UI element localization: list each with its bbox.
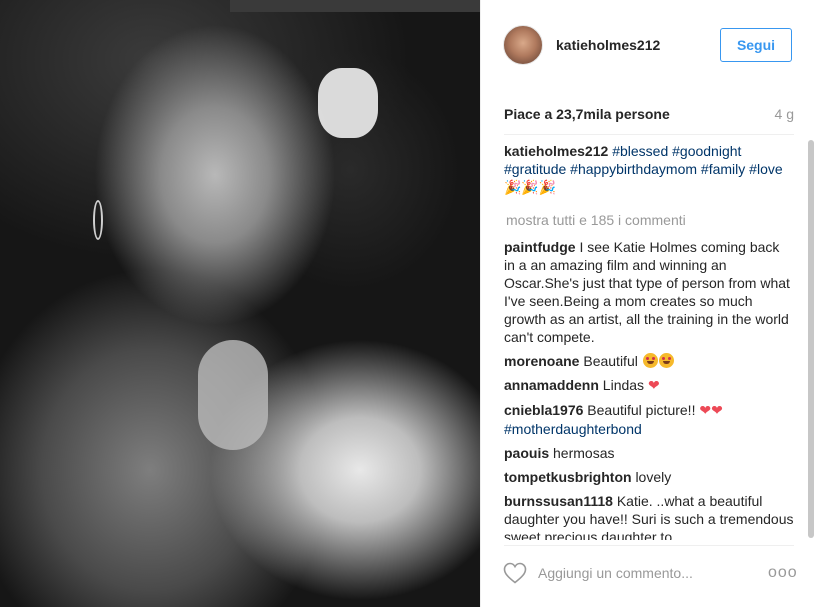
comment: annamaddenn Lindas ❤ <box>504 376 794 395</box>
photo-bow-highlight <box>318 68 378 138</box>
comment: cniebla1976 Beautiful picture!! ❤❤ #mothe… <box>504 401 794 438</box>
post-side-panel: katieholmes212 Segui Piace a 23,7mila pe… <box>480 0 817 607</box>
comment-author[interactable]: cniebla1976 <box>504 402 583 418</box>
comment-text: Beautiful picture!! <box>587 402 696 418</box>
comment-author[interactable]: paintfudge <box>504 239 576 255</box>
photo-earring-highlight <box>93 200 103 240</box>
smiling-emoji-icon <box>642 353 658 368</box>
comment: burnssusan1118 Katie. ..what a beautiful… <box>504 492 794 540</box>
photo-top-strip <box>230 0 480 12</box>
caption-author[interactable]: katieholmes212 <box>504 143 608 159</box>
more-options-icon[interactable]: ooo <box>768 562 797 584</box>
follow-button[interactable]: Segui <box>720 28 792 62</box>
comment-text: hermosas <box>553 445 615 461</box>
comment: tompetkusbrighton lovely <box>504 468 794 486</box>
comment-author[interactable]: tompetkusbrighton <box>504 469 632 485</box>
comment: paouis hermosas <box>504 444 794 462</box>
smiling-emoji-icon <box>658 353 674 368</box>
heart-emoji-icon: ❤ <box>647 378 660 394</box>
post-photo[interactable] <box>0 0 480 607</box>
comment-author[interactable]: burnssusan1118 <box>504 493 613 509</box>
comment-text: Beautiful <box>583 353 638 369</box>
heart-emoji-icon: ❤❤ <box>699 403 723 419</box>
post-author-username[interactable]: katieholmes212 <box>556 37 660 53</box>
comments-list[interactable]: katieholmes212 #blessed #goodnight #grat… <box>504 142 794 540</box>
comment-author[interactable]: annamaddenn <box>504 377 599 393</box>
comments-scroll-thumb[interactable] <box>808 140 814 538</box>
show-all-comments-link[interactable]: mostra tutti e 185 i commenti <box>506 211 794 229</box>
hashtag[interactable]: #gratitude <box>504 161 566 177</box>
hashtag[interactable]: #goodnight <box>672 143 741 159</box>
photo-hand-highlight <box>198 340 268 450</box>
comment-author[interactable]: morenoane <box>504 353 579 369</box>
post-header: katieholmes212 Segui <box>481 0 817 95</box>
comments-scrollbar[interactable] <box>808 140 814 538</box>
party-popper-emoji-icon: 🎉🎉🎉 <box>504 180 557 196</box>
caption: katieholmes212 #blessed #goodnight #grat… <box>504 142 794 197</box>
composer-divider <box>504 545 794 546</box>
avatar[interactable] <box>503 25 543 65</box>
comment: paintfudge I see Katie Holmes coming bac… <box>504 238 794 346</box>
likes-divider <box>504 134 794 135</box>
comment: morenoane Beautiful <box>504 352 794 370</box>
comment-text: lovely <box>635 469 672 485</box>
comment-input[interactable] <box>538 562 758 584</box>
post-age[interactable]: 4 g <box>775 106 794 122</box>
hashtag[interactable]: #family <box>701 161 745 177</box>
likes-count[interactable]: Piace a 23,7mila persone <box>504 106 670 122</box>
hashtag[interactable]: #happybirthdaymom <box>570 161 697 177</box>
comment-author[interactable]: paouis <box>504 445 549 461</box>
hashtag[interactable]: #love <box>749 161 782 177</box>
heart-outline-icon[interactable] <box>503 562 527 584</box>
hashtag[interactable]: #motherdaughterbond <box>504 421 642 437</box>
likes-row: Piace a 23,7mila persone 4 g <box>504 106 794 126</box>
hashtag[interactable]: #blessed <box>612 143 668 159</box>
comment-text: Lindas <box>602 377 645 393</box>
